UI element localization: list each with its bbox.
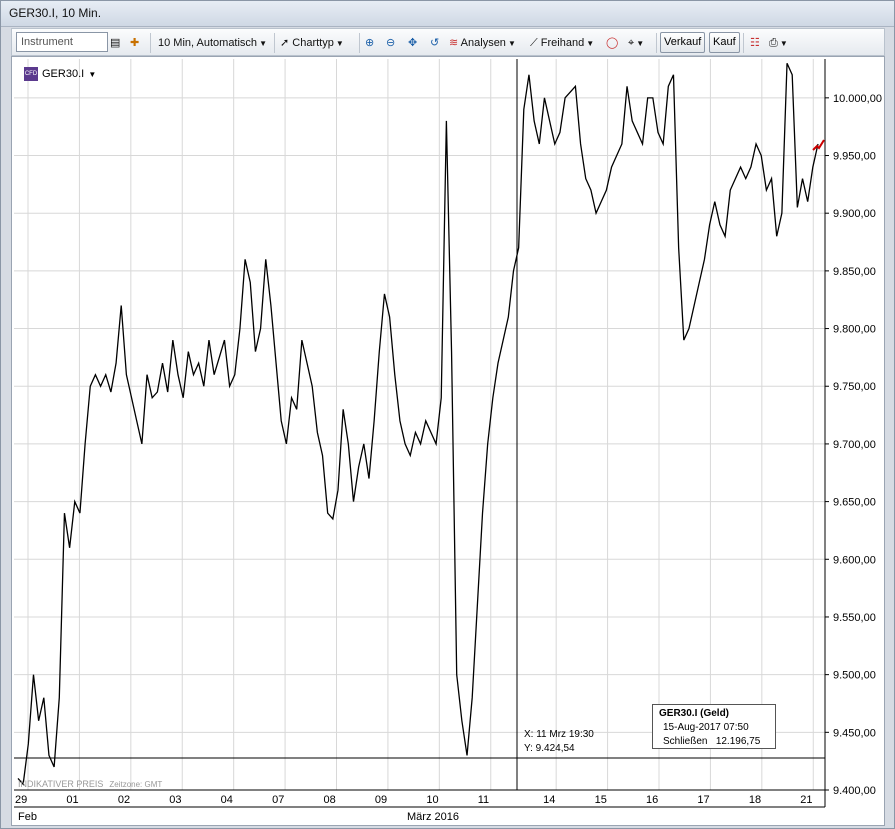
chart-toolbar: Instrument ▤ ✚ 10 Min, Automatisch ▼ ➚ Ch… [11,28,885,56]
x-tick-label: 17 [697,794,709,806]
fit-chart-icon[interactable]: ✥ [408,33,417,53]
x-tick-label: 01 [66,794,78,806]
chevron-down-icon: ▼ [507,39,516,48]
toolbar-separator [274,33,275,53]
freihand-dropdown[interactable]: ⟋ Freihand ▼ [530,33,594,53]
x-tick-label: 08 [324,794,336,806]
crosshair-icon: ⌖ [628,37,635,49]
chart-settings-icon[interactable]: ☷ [750,33,760,53]
chevron-down-icon: ▼ [779,39,788,48]
watermark-text: INDIKATIVER PREIS [18,779,104,789]
y-tick-label: 9.450,00 [833,727,876,739]
x-group-label: Feb [18,811,37,823]
x-group-label: März 2016 [407,811,459,823]
toolbar-separator [743,33,744,53]
chevron-down-icon: ▼ [636,39,645,48]
interval-label: 10 Min, Automatisch [158,37,258,49]
chevron-down-icon: ▼ [259,39,267,48]
analysen-dropdown[interactable]: ≋ Analysen ▼ [449,33,516,53]
y-tick-label: 9.700,00 [833,439,876,451]
x-tick-label: 07 [272,794,284,806]
charttype-dropdown[interactable]: ➚ Charttyp ▼ [280,33,344,53]
print-icon: ⎙ [769,37,778,49]
chart-area[interactable]: 10.000,00 9.950,00 9.900,00 9.850,00 9.800,0… [11,56,885,826]
instrument-list-icon[interactable]: ▤ [110,33,120,53]
add-indicator-icon[interactable]: ✚ [130,33,139,53]
x-tick-label: 11 [478,794,489,806]
toolbar-separator [656,33,657,53]
interval-dropdown[interactable]: 10 Min, Automatisch ▼ [158,33,267,53]
infobox-close-value: 12.196,75 [715,736,761,747]
y-tick-label: 9.400,00 [833,785,876,797]
infobox-title: GER30.I (Geld) [659,708,730,719]
chevron-down-icon: ▼ [586,39,595,48]
x-tick-label: 10 [426,794,438,806]
instrument-legend[interactable]: CFD GER30.I ▼ [24,66,96,82]
price-info-box: GER30.I (Geld) 15-Aug-2017 07:50 Schließ… [652,704,776,749]
x-tick-label: 21 [800,794,812,806]
infobox-close-label: Schließen [663,736,708,747]
indicative-price-watermark: INDIKATIVER PREIS Zeitzone: GMT [18,779,162,789]
chevron-down-icon: ▼ [86,70,97,79]
line-chart-icon: ➚ [280,37,290,49]
x-tick-label: 02 [118,794,130,806]
x-tick-label: 04 [221,794,233,806]
x-tick-label: 09 [375,794,387,806]
charttype-label: Charttyp [292,37,334,49]
infobox-date: 15-Aug-2017 07:50 [663,722,749,733]
crosshair-readout: X: 11 Mrz 19:30 Y: 9.424,54 [524,728,594,756]
print-dropdown[interactable]: ⎙ ▼ [769,33,788,53]
y-tick-label: 9.850,00 [833,266,876,278]
x-tick-label: 14 [543,794,555,806]
price-line [17,62,819,786]
y-tick-label: 9.600,00 [833,554,876,566]
x-tick-label: 29 [15,794,27,806]
analysen-label: Analysen [460,37,506,49]
zoom-out-icon[interactable]: ⊖ [386,33,395,53]
chart-window: GER30.I, 10 Min. Instrument ▤ ✚ 10 Min, … [0,0,895,829]
infobox-close-row: Schließen 12.196,75 [659,735,769,749]
y-tick-label: 9.800,00 [833,324,876,336]
chevron-down-icon: ▼ [335,39,344,48]
crosshair-x-label: X: 11 Mrz 19:30 [524,729,594,740]
cfd-icon: CFD [24,67,38,82]
timezone-label: Zeitzone: GMT [109,780,163,789]
toolbar-separator [150,33,151,53]
draw-line-icon: ⟋ [530,37,538,49]
y-tick-label: 10.000,00 [833,93,882,105]
y-tick-label: 9.950,00 [833,151,876,163]
crosshair-y-label: Y: 9.424,54 [524,743,575,754]
analysis-icon: ≋ [449,37,459,49]
instrument-search-input[interactable]: Instrument [16,32,108,52]
y-tick-label: 9.500,00 [833,670,876,682]
zoom-in-icon[interactable]: ⊕ [365,33,374,53]
toolbar-separator [359,33,360,53]
x-tick-label: 16 [646,794,658,806]
freihand-label: Freihand [540,37,585,49]
crosshair-dropdown[interactable]: ⌖ ▼ [628,33,644,53]
y-tick-label: 9.900,00 [833,208,876,220]
eraser-icon[interactable]: ◯ [606,33,618,53]
kauf-button[interactable]: Kauf [709,32,740,53]
window-title: GER30.I, 10 Min. [9,6,102,20]
undo-icon[interactable]: ↺ [430,33,439,53]
x-tick-label: 18 [749,794,761,806]
legend-instrument-label: GER30.I [42,68,85,80]
verkauf-button[interactable]: Verkauf [660,32,706,53]
y-tick-label: 9.650,00 [833,497,876,509]
x-tick-label: 15 [595,794,607,806]
title-bar[interactable]: GER30.I, 10 Min. [1,1,894,27]
x-tick-label: 03 [169,794,181,806]
last-price-marker [812,139,825,151]
y-tick-label: 9.550,00 [833,612,876,624]
y-tick-label: 9.750,00 [833,381,876,393]
